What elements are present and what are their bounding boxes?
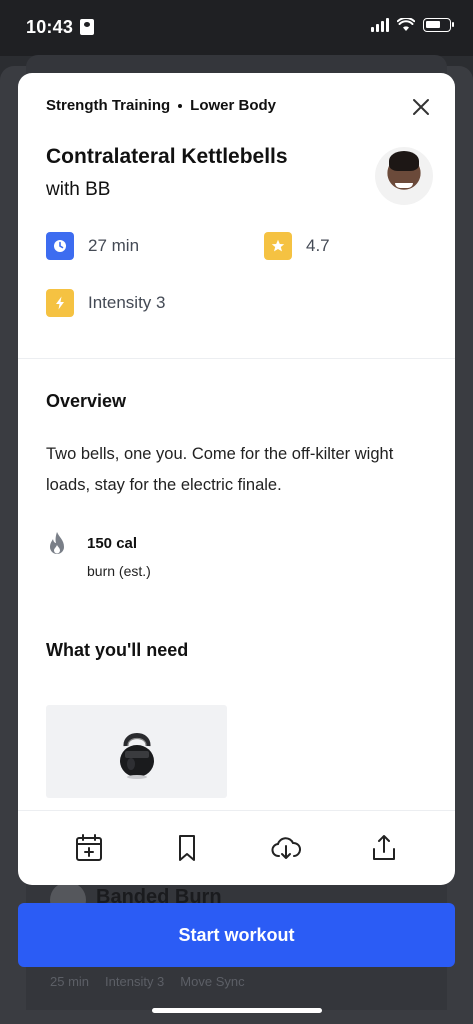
equipment-item-kettlebell[interactable] xyxy=(46,705,227,798)
close-button[interactable] xyxy=(409,95,433,119)
calorie-value: 150 cal xyxy=(87,535,138,552)
share-button[interactable] xyxy=(364,828,404,868)
equipment-heading: What you'll need xyxy=(46,640,189,660)
overview-text: Two bells, one you. Come for the off-kil… xyxy=(46,445,394,494)
bookmark-icon xyxy=(179,835,196,861)
status-indicators xyxy=(371,18,454,32)
clock-icon xyxy=(46,232,74,260)
workout-detail-modal: Strength Training Lower Body Contralater… xyxy=(18,73,455,885)
rating-value: 4.7 xyxy=(306,236,330,255)
workout-title: Contralateral Kettlebells xyxy=(46,145,288,168)
workout-subtitle: with BB xyxy=(46,179,111,200)
calorie-label: burn (est.) xyxy=(87,563,151,579)
cellular-signal-icon xyxy=(371,18,389,32)
background-meta-type: Move Sync xyxy=(180,974,245,989)
status-bar: 10:43 xyxy=(0,0,473,56)
section-divider xyxy=(18,358,455,359)
overview-heading: Overview xyxy=(46,391,127,411)
lightning-icon xyxy=(46,289,74,317)
intensity-meta: Intensity 3 xyxy=(46,289,166,317)
share-icon xyxy=(372,835,395,860)
breadcrumb-separator xyxy=(178,103,183,108)
star-icon xyxy=(264,232,292,260)
intensity-value: Intensity 3 xyxy=(88,293,166,312)
instructor-avatar[interactable] xyxy=(375,147,433,205)
home-indicator[interactable] xyxy=(152,1008,322,1013)
calendar-add-icon xyxy=(76,834,103,861)
rating-meta: 4.7 xyxy=(264,232,330,260)
status-time: 10:43 xyxy=(26,17,74,37)
start-workout-button[interactable]: Start workout xyxy=(18,903,455,967)
duration-value: 27 min xyxy=(88,236,140,255)
breadcrumb-focus: Lower Body xyxy=(190,97,277,114)
cloud-download-icon xyxy=(271,837,301,859)
download-button[interactable] xyxy=(266,828,306,868)
battery-icon xyxy=(423,18,454,32)
duration-meta: 27 min xyxy=(46,232,139,260)
breadcrumb: Strength Training Lower Body xyxy=(46,97,276,114)
wifi-icon xyxy=(397,18,415,31)
background-meta-intensity: Intensity 3 xyxy=(105,974,165,989)
bookmark-button[interactable] xyxy=(167,828,207,868)
breadcrumb-category: Strength Training xyxy=(46,97,171,114)
schedule-button[interactable] xyxy=(69,828,109,868)
close-icon xyxy=(413,99,429,115)
flame-icon xyxy=(50,532,64,554)
kettlebell-icon xyxy=(119,732,154,779)
action-toolbar xyxy=(18,810,455,885)
contact-badge-icon xyxy=(80,19,94,35)
background-meta-duration: 25 min xyxy=(50,974,90,989)
background-workout-meta: 25 min Intensity 3 Move Sync xyxy=(50,974,245,989)
